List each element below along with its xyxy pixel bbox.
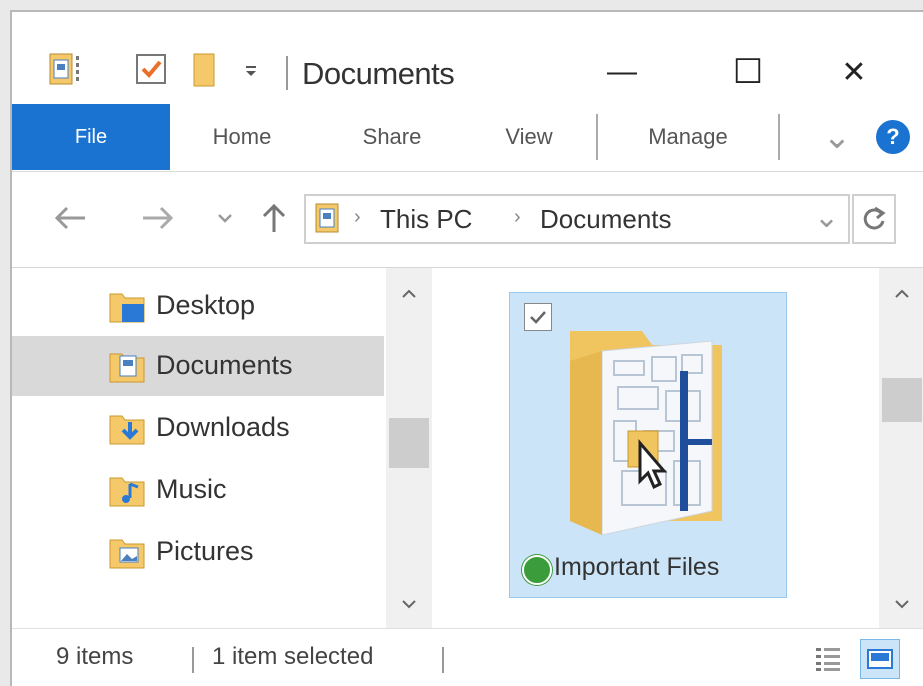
scroll-down-button[interactable]: [386, 584, 432, 624]
breadcrumb-separator[interactable]: ›: [354, 206, 361, 229]
scroll-down-button[interactable]: [879, 584, 923, 624]
nav-item-downloads[interactable]: Downloads: [12, 398, 384, 458]
customize-toolbar-icon[interactable]: [244, 64, 260, 83]
nav-item-music[interactable]: Music: [12, 460, 384, 520]
back-arrow-icon: [54, 206, 85, 230]
breadcrumb-separator[interactable]: ›: [514, 206, 521, 229]
documents-location-icon: [314, 202, 342, 241]
nav-item-label: Documents: [156, 350, 293, 380]
downloads-folder-icon: [108, 412, 146, 451]
details-view-button[interactable]: [808, 639, 848, 679]
chevron-up-icon: [895, 289, 909, 298]
title-bar: Documents — ☐ ✕: [12, 12, 923, 104]
music-folder-icon: [108, 474, 146, 513]
forward-button[interactable]: [136, 196, 180, 240]
tab-view[interactable]: View: [484, 104, 574, 170]
window-title: Documents: [302, 56, 455, 91]
up-button[interactable]: [256, 196, 292, 240]
chevron-down-icon: [218, 214, 232, 223]
properties-icon[interactable]: [48, 52, 82, 95]
new-folder-icon[interactable]: [190, 52, 220, 95]
help-icon: ?: [876, 120, 910, 154]
refresh-icon: [863, 206, 886, 230]
scroll-thumb[interactable]: [882, 378, 922, 422]
selection-count: 1 item selected: [212, 643, 374, 670]
chevron-down-icon: ⌄: [822, 118, 852, 156]
sync-status-icon: [522, 555, 552, 585]
content-pane: Important Files: [433, 268, 923, 628]
chevron-down-icon: [402, 600, 416, 609]
nav-item-label: Music: [156, 474, 227, 504]
forward-arrow-icon: [143, 206, 174, 230]
chevron-up-icon: [402, 289, 416, 298]
up-arrow-icon: [262, 203, 286, 232]
nav-item-label: Desktop: [156, 290, 256, 320]
tab-file[interactable]: File: [12, 104, 170, 170]
documents-folder-icon: [108, 350, 146, 389]
tab-manage[interactable]: Manage: [618, 104, 758, 170]
chevron-down-icon: [895, 600, 909, 609]
item-label: Important Files: [554, 553, 720, 581]
refresh-button[interactable]: [852, 194, 896, 244]
close-icon: ✕: [841, 55, 867, 89]
scroll-up-button[interactable]: [879, 274, 923, 314]
maximize-button[interactable]: ☐: [718, 50, 778, 94]
tab-home[interactable]: Home: [192, 104, 292, 170]
checkbox-icon[interactable]: [134, 52, 168, 93]
nav-item-documents[interactable]: Documents: [12, 336, 384, 396]
item-checkbox[interactable]: [524, 303, 552, 331]
large-icons-view-button[interactable]: [860, 639, 900, 679]
navigation-pane-scrollbar[interactable]: [386, 268, 432, 628]
minimize-button[interactable]: —: [592, 50, 652, 94]
list-item[interactable]: Important Files: [509, 292, 787, 598]
breadcrumb-documents[interactable]: Documents: [540, 204, 672, 235]
close-button[interactable]: ✕: [824, 50, 884, 94]
recent-locations-button[interactable]: [210, 196, 240, 240]
details-view-icon: [816, 648, 840, 671]
folder-icon: [562, 321, 732, 546]
ribbon: File Home Share View Manage ⌄ ?: [12, 104, 923, 172]
breadcrumb-this-pc[interactable]: This PC: [380, 204, 472, 235]
file-explorer-window: Documents — ☐ ✕ File Home Share View Man…: [10, 10, 923, 686]
help-button[interactable]: ?: [870, 104, 916, 170]
back-button[interactable]: [48, 196, 92, 240]
item-count: 9 items: [56, 643, 134, 670]
maximize-icon: ☐: [732, 53, 764, 91]
expand-ribbon-button[interactable]: ⌄: [812, 104, 862, 170]
status-separator: [442, 647, 444, 673]
status-bar: 9 items 1 item selected: [12, 628, 923, 686]
content-pane-scrollbar[interactable]: [879, 268, 923, 628]
navigation-bar: › This PC › Documents ⌄: [12, 172, 923, 268]
tab-separator: [778, 114, 780, 160]
tab-separator: [596, 114, 598, 160]
minimize-icon: —: [607, 55, 637, 88]
nav-item-pictures[interactable]: Pictures: [12, 522, 384, 582]
nav-item-label: Pictures: [156, 536, 254, 566]
tab-share[interactable]: Share: [342, 104, 442, 170]
navigation-pane: Desktop Documents Downloads Music Pictur…: [12, 268, 432, 628]
status-separator: [192, 647, 194, 673]
address-bar[interactable]: › This PC › Documents ⌄: [304, 194, 850, 244]
desktop-folder-icon: [108, 290, 146, 329]
checkmark-icon: [530, 311, 546, 324]
large-icons-view-icon: [867, 649, 893, 669]
scroll-up-button[interactable]: [386, 274, 432, 314]
nav-item-label: Downloads: [156, 412, 290, 442]
address-dropdown-icon[interactable]: ⌄: [814, 200, 839, 235]
scroll-thumb[interactable]: [389, 418, 429, 468]
title-separator: [286, 56, 288, 90]
nav-item-desktop[interactable]: Desktop: [12, 276, 384, 336]
pictures-folder-icon: [108, 536, 146, 575]
